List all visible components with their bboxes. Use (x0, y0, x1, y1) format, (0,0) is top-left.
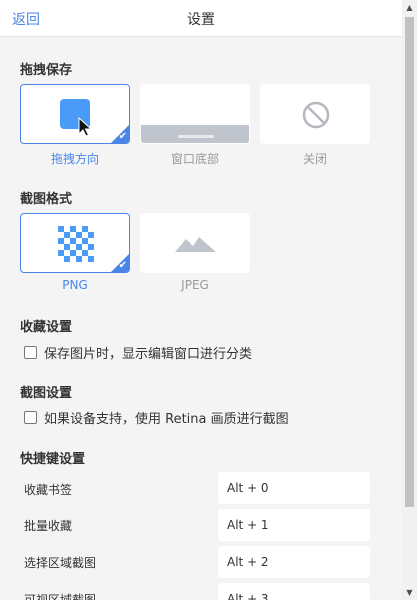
window-bottom-icon (141, 125, 249, 143)
retina-checkbox-label: 如果设备支持，使用 Retina 画质进行截图 (44, 412, 289, 427)
section-title-screenshot-format: 截图格式 (20, 192, 73, 207)
check-icon: ✔ (118, 131, 127, 142)
collection-checkbox-label: 保存图片时，显示编辑窗口进行分类 (44, 347, 253, 362)
shortcut-label-visible: 可视区域截图 (24, 593, 97, 600)
option-drag-direction[interactable]: ✔ (20, 84, 130, 144)
retina-checkbox[interactable] (24, 411, 37, 424)
section-title-drag-save: 拖拽保存 (20, 63, 73, 78)
option-label-drag-direction: 拖拽方向 (50, 152, 99, 166)
option-label-jpeg: JPEG (181, 278, 209, 292)
section-title-screenshot: 截图设置 (20, 386, 73, 401)
option-label-window-bottom: 窗口底部 (170, 152, 219, 166)
section-title-collection: 收藏设置 (20, 320, 73, 335)
shortcut-input-batch[interactable]: Alt + 1 (218, 509, 370, 541)
scrollbar[interactable]: ▲ ▼ (402, 0, 417, 600)
settings-content: 拖拽保存 ✔ 拖拽方向 窗口底部 关闭 截图格式 ✔ PNG JPEG 收藏设置… (0, 38, 402, 600)
option-png[interactable]: ✔ (20, 213, 130, 273)
jpeg-mountain-icon (175, 237, 216, 252)
disabled-icon (302, 101, 330, 129)
header-bar: 返回 设置 (0, 0, 402, 37)
scroll-down-arrow-icon[interactable]: ▼ (405, 588, 414, 597)
option-label-png: PNG (62, 278, 88, 292)
option-jpeg[interactable] (140, 213, 250, 273)
option-label-off: 关闭 (302, 152, 327, 166)
retina-checkbox-row[interactable]: 如果设备支持，使用 Retina 画质进行截图 (24, 408, 289, 427)
section-title-shortcuts: 快捷键设置 (20, 452, 86, 467)
page-title: 设置 (187, 12, 215, 28)
shortcut-input-bookmark[interactable]: Alt + 0 (218, 472, 370, 504)
check-icon: ✔ (118, 260, 127, 271)
shortcut-label-region: 选择区域截图 (24, 556, 97, 570)
collection-checkbox[interactable] (24, 346, 37, 359)
option-off[interactable] (260, 84, 370, 144)
collection-checkbox-row[interactable]: 保存图片时，显示编辑窗口进行分类 (24, 343, 252, 362)
shortcut-input-region[interactable]: Alt + 2 (218, 546, 370, 578)
option-window-bottom[interactable] (140, 84, 250, 144)
shortcut-label-bookmark: 收藏书签 (24, 483, 73, 497)
scroll-up-arrow-icon[interactable]: ▲ (405, 3, 414, 12)
shortcut-input-visible[interactable]: Alt + 3 (218, 583, 370, 600)
scrollbar-thumb[interactable] (405, 17, 414, 507)
shortcut-label-batch: 批量收藏 (24, 519, 73, 533)
